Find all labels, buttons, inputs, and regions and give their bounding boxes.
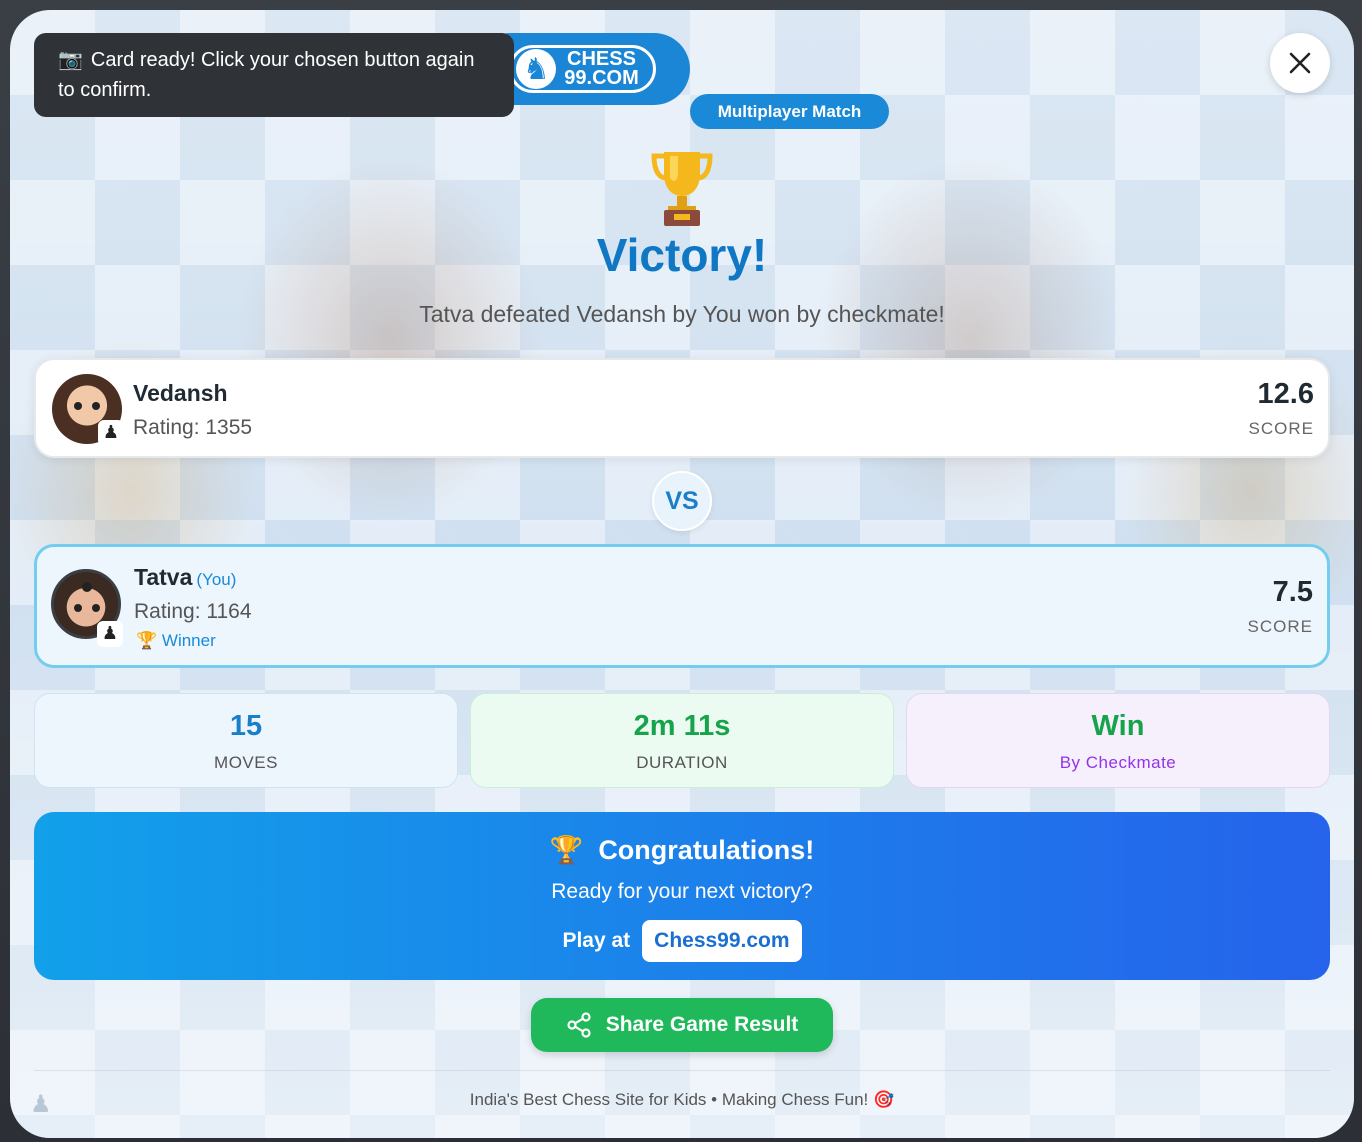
stat-moves-label: MOVES: [214, 753, 278, 772]
site-link-button[interactable]: Chess99.com: [642, 920, 802, 962]
stat-result-label: By Checkmate: [1059, 753, 1177, 772]
close-button[interactable]: [1270, 33, 1330, 93]
player-rating: Rating: 1164: [134, 600, 252, 623]
stat-moves-value: 15: [229, 710, 263, 742]
congrats-subtitle: Ready for your next victory?: [551, 880, 813, 903]
congrats-title: Congratulations!: [598, 835, 815, 865]
player-name: Tatva: [134, 564, 193, 590]
logo-text-line2: 99.COM: [564, 67, 639, 89]
chess-knight-icon: ♞: [516, 49, 557, 89]
camera-icon: 📷: [58, 49, 83, 71]
target-icon: 🎯: [873, 1090, 895, 1109]
chess-pawn-icon: ♟: [97, 621, 123, 647]
result-subtitle: Tatva defeated Vedansh by You won by che…: [419, 301, 945, 327]
game-result-modal: ♟ 📷 Card ready! Click your chosen button …: [10, 10, 1354, 1138]
page-title: Victory!: [596, 229, 768, 281]
close-icon: [1289, 52, 1311, 74]
opponent-score-label: SCORE: [1248, 419, 1314, 438]
play-row: Play at Chess99.com: [34, 920, 1330, 962]
trophy-icon: [651, 152, 713, 226]
stat-duration: 2m 11s DURATION: [470, 693, 894, 788]
toast-notification: 📷 Card ready! Click your chosen button ag…: [34, 33, 514, 117]
vs-badge: VS: [652, 471, 712, 531]
stat-duration-value: 2m 11s: [633, 710, 731, 742]
player-card: ♟ Tatva (You) Rating: 1164 🏆 Winner 7.5 S…: [34, 544, 1330, 668]
stat-result-value: Win: [1091, 710, 1145, 742]
footer-divider: [34, 1070, 1330, 1071]
opponent-score: 12.6: [1257, 378, 1314, 410]
opponent-name: Vedansh: [133, 380, 228, 406]
stat-result: Win By Checkmate: [906, 693, 1330, 788]
winner-badge: 🏆 Winner: [136, 631, 216, 651]
stat-duration-label: DURATION: [636, 753, 728, 772]
trophy-icon: 🏆: [549, 835, 584, 865]
footer: India's Best Chess Site for Kids • Makin…: [10, 1090, 1354, 1110]
winner-label: Winner: [161, 631, 216, 650]
footer-text: India's Best Chess Site for Kids • Makin…: [469, 1090, 869, 1109]
congrats-banner: 🏆 Congratulations! Ready for your next v…: [34, 812, 1330, 980]
congrats-title-row: 🏆 Congratulations!: [34, 834, 1330, 866]
toast-text: Card ready! Click your chosen button aga…: [58, 49, 475, 101]
chess-pawn-icon: ♟: [98, 420, 124, 446]
trophy-icon: 🏆: [136, 631, 158, 650]
play-label: Play at: [562, 929, 631, 952]
share-game-result-button[interactable]: Share Game Result: [531, 998, 833, 1052]
player-score-label: SCORE: [1247, 617, 1313, 636]
match-type-badge: Multiplayer Match: [690, 94, 889, 129]
player-name-row: Tatva (You): [134, 564, 236, 591]
share-label: Share Game Result: [605, 1013, 799, 1036]
stat-moves: 15 MOVES: [34, 693, 458, 788]
player-score: 7.5: [1272, 576, 1313, 608]
you-tag: (You): [196, 570, 237, 589]
opponent-rating: Rating: 1355: [133, 416, 253, 439]
share-icon: [567, 1012, 591, 1038]
opponent-card: ♟ Vedansh Rating: 1355 12.6 SCORE: [34, 358, 1330, 458]
